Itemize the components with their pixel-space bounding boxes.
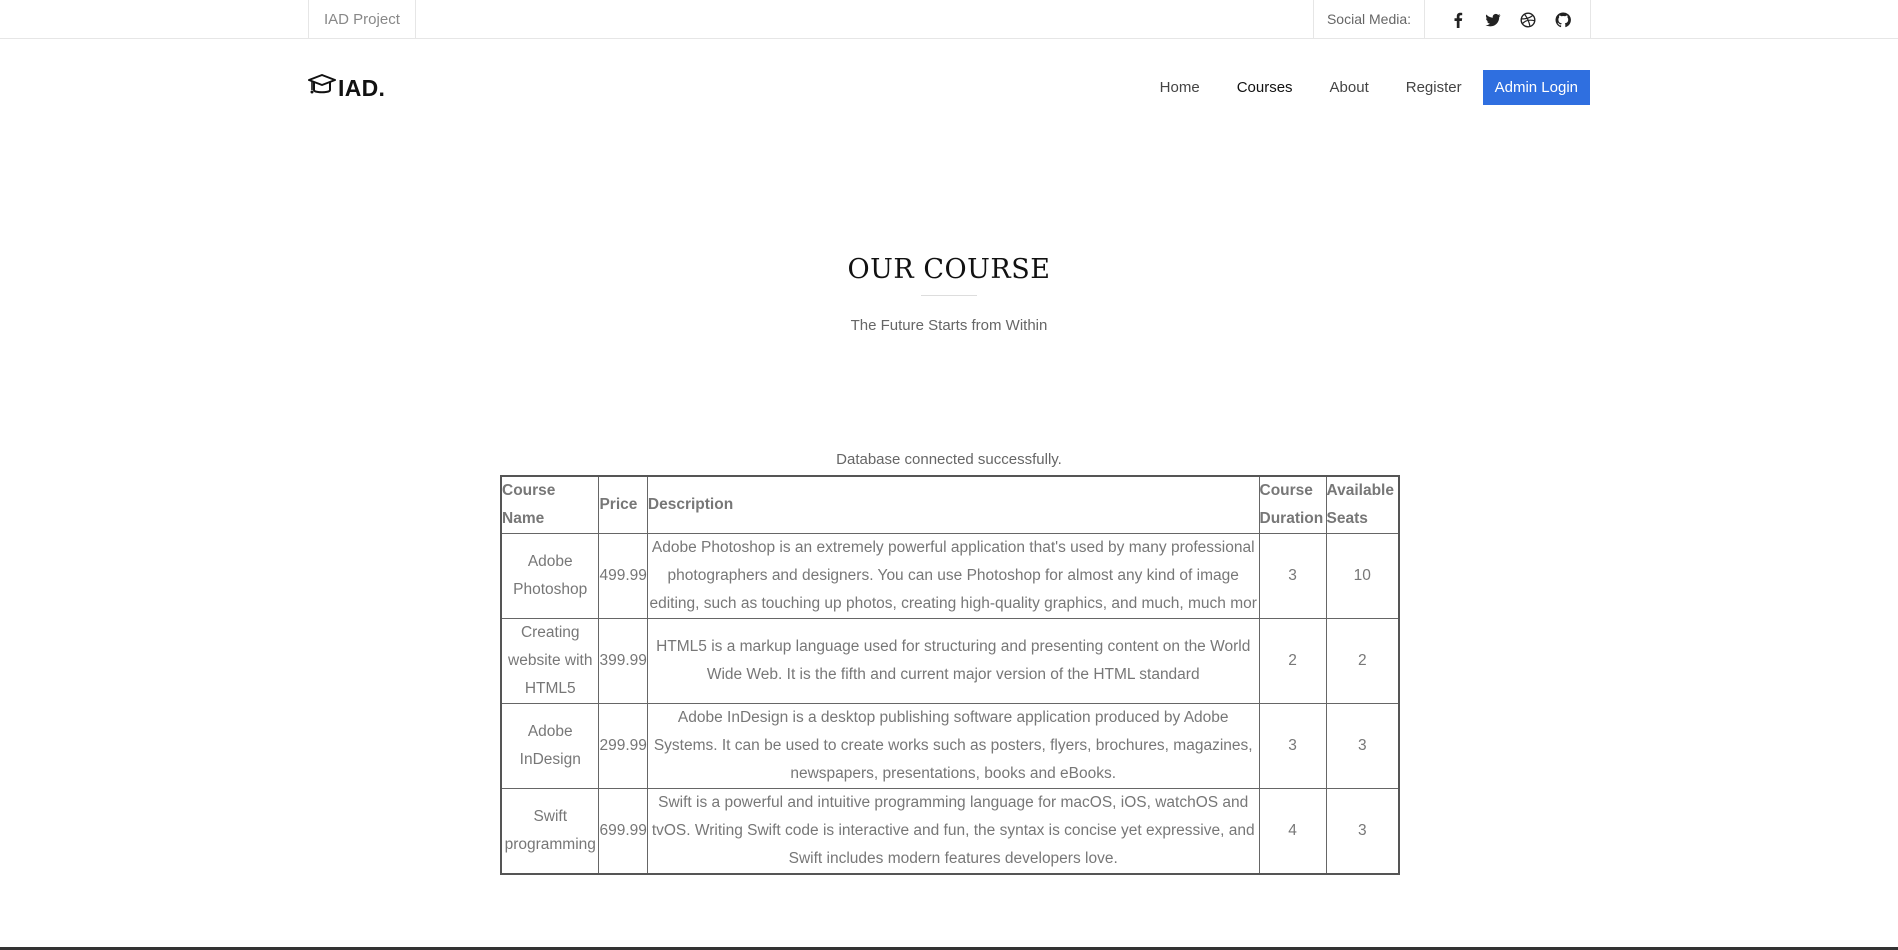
cell-description: Swift is a powerful and intuitive progra… [646,788,1260,875]
github-icon[interactable] [1545,0,1580,39]
site-logo[interactable]: IAD. [308,73,385,104]
cell-course-name: Swift programming [500,788,600,875]
cell-duration: 3 [1258,533,1327,619]
twitter-icon[interactable] [1475,0,1510,39]
cell-description: Adobe Photoshop is an extremely powerful… [646,533,1260,619]
col-header-course-name: Course Name [500,475,600,534]
section-title: OUR COURSE [847,254,1051,285]
cell-course-name: Adobe Photoshop [500,533,600,619]
table-row: Adobe InDesign 299.99 Adobe InDesign is … [500,703,1400,789]
cell-description: Adobe InDesign is a desktop publishing s… [646,703,1260,789]
cell-course-name: Adobe InDesign [500,703,600,789]
top-bar: IAD Project Social Media: [0,0,1898,39]
courses-table: Course Name Price Description Course Dur… [500,475,1400,875]
cell-duration: 3 [1258,703,1327,789]
table-header-row: Course Name Price Description Course Dur… [500,475,1400,534]
cell-seats: 10 [1325,533,1400,619]
social-media-label: Social Media: [1313,0,1425,39]
section-heading: OUR COURSE The Future Starts from Within [0,254,1898,334]
project-label: IAD Project [308,0,416,39]
nav-home[interactable]: Home [1160,79,1200,96]
cell-price: 399.99 [598,618,648,704]
cell-price: 499.99 [598,533,648,619]
col-header-price: Price [598,475,648,534]
cell-seats: 3 [1325,788,1400,875]
title-divider [921,295,977,296]
db-status-message: Database connected successfully. [836,451,1062,468]
col-header-seats: Available Seats [1325,475,1400,534]
table-row: Swift programming 699.99 Swift is a powe… [500,788,1400,875]
cell-price: 699.99 [598,788,648,875]
logo-text: IAD. [338,75,386,101]
cell-course-name: Creating website with HTML5 [500,618,600,704]
social-icons [1440,0,1580,39]
main-nav: Home Courses About Register Admin Login [1123,70,1590,105]
cell-seats: 2 [1325,618,1400,704]
cell-duration: 4 [1258,788,1327,875]
nav-courses[interactable]: Courses [1237,79,1293,96]
cell-price: 299.99 [598,703,648,789]
dribbble-icon[interactable] [1510,0,1545,39]
top-bar-divider [1590,0,1591,39]
nav-register[interactable]: Register [1406,79,1462,96]
graduation-cap-icon [308,73,336,104]
admin-login-button[interactable]: Admin Login [1482,70,1590,105]
cell-seats: 3 [1325,703,1400,789]
nav-about[interactable]: About [1330,79,1369,96]
facebook-icon[interactable] [1440,0,1475,39]
section-subtitle: The Future Starts from Within [850,317,1048,334]
table-row: Adobe Photoshop 499.99 Adobe Photoshop i… [500,533,1400,619]
col-header-description: Description [646,475,1260,534]
table-row: Creating website with HTML5 399.99 HTML5… [500,618,1400,704]
cell-duration: 2 [1258,618,1327,704]
col-header-duration: Course Duration [1258,475,1327,534]
cell-description: HTML5 is a markup language used for stru… [646,618,1260,704]
